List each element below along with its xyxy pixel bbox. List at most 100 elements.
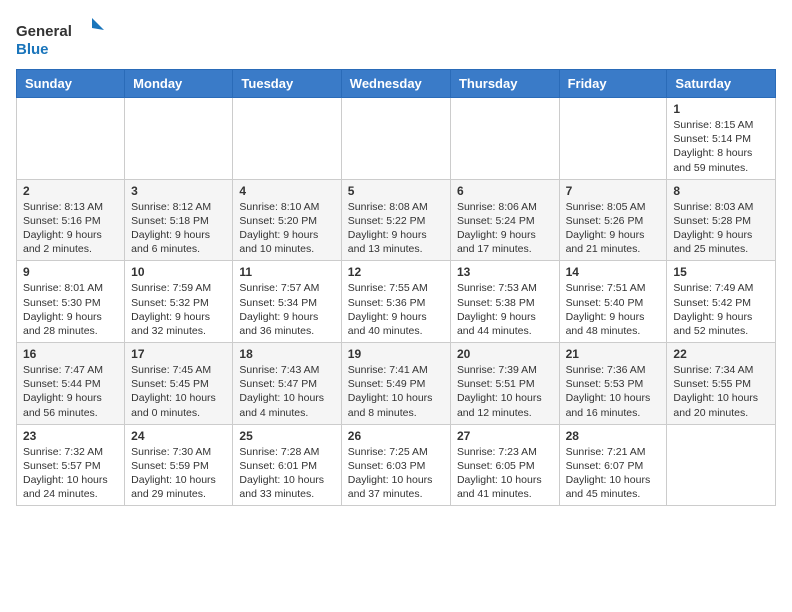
day-info: Sunset: 5:57 PM [23, 459, 118, 473]
calendar-day-cell: 25Sunrise: 7:28 AMSunset: 6:01 PMDayligh… [233, 424, 341, 506]
day-number: 1 [673, 102, 769, 116]
day-number: 17 [131, 347, 226, 361]
day-number: 12 [348, 265, 444, 279]
calendar-day-cell: 13 Sunrise: 7:53 AMSunset: 5:38 PMDayligh… [450, 261, 559, 343]
calendar-day-cell: 15Sunrise: 7:49 AMSunset: 5:42 PMDayligh… [667, 261, 776, 343]
weekday-header-tuesday: Tuesday [233, 70, 341, 98]
header: General Blue [16, 16, 776, 61]
day-info: Daylight: 9 hours and 17 minutes. [457, 228, 553, 256]
day-info: Daylight: 9 hours and 40 minutes. [348, 310, 444, 338]
day-number: 27 [457, 429, 553, 443]
day-number: 15 [673, 265, 769, 279]
day-info: Sunset: 6:05 PM [457, 459, 553, 473]
day-info: Daylight: 10 hours and 16 minutes. [566, 391, 661, 419]
day-number: 6 [457, 184, 553, 198]
day-number: 11 [239, 265, 334, 279]
day-number: 22 [673, 347, 769, 361]
day-info: Sunset: 5:47 PM [239, 377, 334, 391]
weekday-header-wednesday: Wednesday [341, 70, 450, 98]
day-info: Sunrise: 7:43 AM [239, 363, 334, 377]
calendar-day-cell: 20Sunrise: 7:39 AMSunset: 5:51 PMDayligh… [450, 343, 559, 425]
day-info: Daylight: 9 hours and 25 minutes. [673, 228, 769, 256]
calendar-day-cell: 4Sunrise: 8:10 AMSunset: 5:20 PMDaylight… [233, 179, 341, 261]
day-number: 25 [239, 429, 334, 443]
calendar-day-cell: 24Sunrise: 7:30 AMSunset: 5:59 PMDayligh… [125, 424, 233, 506]
weekday-header-monday: Monday [125, 70, 233, 98]
calendar-day-cell: 14Sunrise: 7:51 AMSunset: 5:40 PMDayligh… [559, 261, 667, 343]
calendar-day-cell [17, 98, 125, 180]
day-info: Daylight: 9 hours and 13 minutes. [348, 228, 444, 256]
calendar-day-cell: 8 Sunrise: 8:03 AMSunset: 5:28 PMDaylight… [667, 179, 776, 261]
day-number: 21 [566, 347, 661, 361]
svg-text:Blue: Blue [16, 41, 49, 58]
day-info: Sunset: 5:55 PM [673, 377, 769, 391]
day-info: Sunrise: 8:03 AM [673, 200, 769, 214]
calendar-day-cell: 22Sunrise: 7:34 AMSunset: 5:55 PMDayligh… [667, 343, 776, 425]
day-info: Daylight: 9 hours and 44 minutes. [457, 310, 553, 338]
day-info: Sunrise: 8:06 AM [457, 200, 553, 214]
day-info: Sunset: 5:45 PM [131, 377, 226, 391]
calendar-day-cell: 6Sunrise: 8:06 AMSunset: 5:24 PMDaylight… [450, 179, 559, 261]
day-info: Sunset: 5:51 PM [457, 377, 553, 391]
day-info: Sunset: 5:59 PM [131, 459, 226, 473]
day-info: Sunset: 5:26 PM [566, 214, 661, 228]
day-info: Sunset: 5:34 PM [239, 296, 334, 310]
calendar-day-cell [450, 98, 559, 180]
day-info: Sunset: 6:07 PM [566, 459, 661, 473]
day-info: Daylight: 10 hours and 37 minutes. [348, 473, 444, 501]
day-info: Daylight: 9 hours and 36 minutes. [239, 310, 334, 338]
day-info: Sunrise: 7:21 AM [566, 445, 661, 459]
calendar-day-cell: 26 Sunrise: 7:25 AMSunset: 6:03 PMDayligh… [341, 424, 450, 506]
day-info: Sunrise: 7:36 AM [566, 363, 661, 377]
day-info: Sunset: 5:53 PM [566, 377, 661, 391]
day-number: 4 [239, 184, 334, 198]
day-number: 26 [348, 429, 444, 443]
day-info: Sunrise: 7:23 AM [457, 445, 553, 459]
day-number: 19 [348, 347, 444, 361]
svg-text:General: General [16, 23, 72, 40]
day-info: Sunrise: 7:45 AM [131, 363, 226, 377]
day-info: Sunset: 5:16 PM [23, 214, 118, 228]
day-info: Daylight: 10 hours and 8 minutes. [348, 391, 444, 419]
day-info: Daylight: 9 hours and 6 minutes. [131, 228, 226, 256]
day-number: 28 [566, 429, 661, 443]
calendar-day-cell: 28 Sunrise: 7:21 AMSunset: 6:07 PMDayligh… [559, 424, 667, 506]
day-info: Sunset: 5:28 PM [673, 214, 769, 228]
calendar-day-cell: 19Sunrise: 7:41 AMSunset: 5:49 PMDayligh… [341, 343, 450, 425]
logo: General Blue [16, 16, 106, 61]
day-info: Daylight: 10 hours and 45 minutes. [566, 473, 661, 501]
day-info: Daylight: 10 hours and 41 minutes. [457, 473, 553, 501]
day-info: Daylight: 10 hours and 20 minutes. [673, 391, 769, 419]
day-info: Sunset: 5:14 PM [673, 132, 769, 146]
day-info: Daylight: 9 hours and 56 minutes. [23, 391, 118, 419]
day-number: 14 [566, 265, 661, 279]
day-info: Daylight: 10 hours and 12 minutes. [457, 391, 553, 419]
calendar-day-cell: 1Sunrise: 8:15 AMSunset: 5:14 PMDaylight… [667, 98, 776, 180]
day-number: 8 [673, 184, 769, 198]
calendar-day-cell: 9Sunrise: 8:01 AMSunset: 5:30 PMDaylight… [17, 261, 125, 343]
day-number: 23 [23, 429, 118, 443]
day-info: Daylight: 10 hours and 0 minutes. [131, 391, 226, 419]
calendar-day-cell [667, 424, 776, 506]
day-number: 13 [457, 265, 553, 279]
day-info: Sunrise: 7:28 AM [239, 445, 334, 459]
calendar-week-row: 2Sunrise: 8:13 AMSunset: 5:16 PMDaylight… [17, 179, 776, 261]
day-info: Sunrise: 7:25 AM [348, 445, 444, 459]
calendar-day-cell: 5Sunrise: 8:08 AMSunset: 5:22 PMDaylight… [341, 179, 450, 261]
day-info: Sunset: 5:30 PM [23, 296, 118, 310]
calendar-week-row: 1Sunrise: 8:15 AMSunset: 5:14 PMDaylight… [17, 98, 776, 180]
day-number: 24 [131, 429, 226, 443]
day-info: Sunset: 5:32 PM [131, 296, 226, 310]
day-info: Sunset: 6:03 PM [348, 459, 444, 473]
weekday-header-thursday: Thursday [450, 70, 559, 98]
day-info: Sunset: 5:18 PM [131, 214, 226, 228]
day-info: Sunset: 5:42 PM [673, 296, 769, 310]
day-info: Daylight: 8 hours and 59 minutes. [673, 146, 769, 174]
day-info: Sunset: 5:36 PM [348, 296, 444, 310]
weekday-header-sunday: Sunday [17, 70, 125, 98]
calendar-body: 1Sunrise: 8:15 AMSunset: 5:14 PMDaylight… [17, 98, 776, 506]
day-info: Sunset: 5:38 PM [457, 296, 553, 310]
day-info: Sunrise: 7:53 AM [457, 281, 553, 295]
day-info: Sunset: 5:22 PM [348, 214, 444, 228]
calendar-day-cell: 11Sunrise: 7:57 AMSunset: 5:34 PMDayligh… [233, 261, 341, 343]
